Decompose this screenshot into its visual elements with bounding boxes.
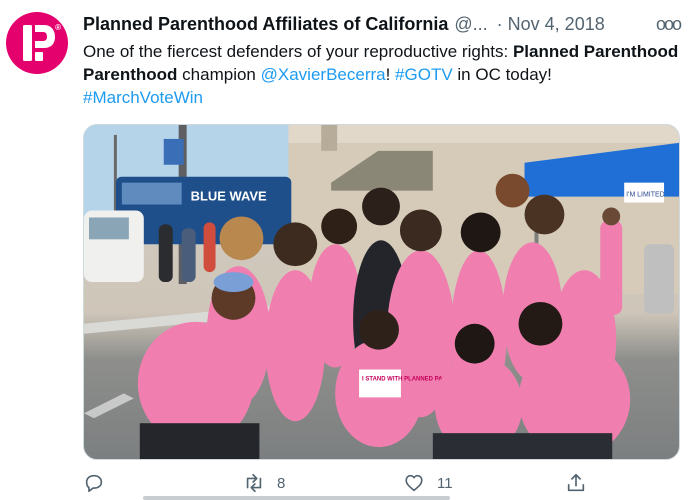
reply-button[interactable]: [83, 470, 117, 496]
avatar[interactable]: ®: [6, 12, 68, 74]
tweet-photo[interactable]: BLUE WAVE I'M LIMITED I STAND WITH PLANN…: [83, 124, 680, 460]
retweet-button[interactable]: 8: [243, 470, 285, 496]
like-count: 11: [437, 474, 453, 492]
share-icon: [567, 473, 585, 492]
tent-sign-text: I'M LIMITED: [626, 192, 664, 199]
date-separator: ·: [496, 14, 503, 34]
tweet-card[interactable]: ® Planned Parenthood Affiliates of Calif…: [0, 0, 700, 500]
mention-link[interactable]: @XavierBecerra: [261, 65, 386, 84]
retweet-count: 8: [277, 474, 286, 492]
group-photo: BLUE WAVE I'M LIMITED I STAND WITH PLANN…: [84, 125, 679, 459]
tweet-text-bold-2: Parenthood: [83, 65, 178, 84]
planned-parenthood-logo-icon: [23, 25, 55, 61]
author-name[interactable]: Planned Parenthood Affiliates of Califor…: [83, 13, 448, 35]
tweet-text-part: champion: [177, 65, 261, 84]
hashtag-marchvotewin-link[interactable]: #MarchVoteWin: [83, 88, 203, 107]
tweet-header: Planned Parenthood Affiliates of Califor…: [83, 12, 683, 36]
reply-icon: [85, 474, 103, 493]
heart-icon: [405, 474, 423, 492]
tweet-actions: 8 11: [83, 470, 680, 496]
horizontal-scrollbar[interactable]: [143, 496, 450, 500]
tweet-text-part: in OC today!: [452, 65, 552, 84]
tweet-text: One of the fiercest defenders of your re…: [83, 40, 683, 109]
tweet-text-part: One of the fiercest defenders of your re…: [83, 42, 513, 61]
share-button[interactable]: [565, 470, 587, 496]
like-button[interactable]: 11: [403, 470, 453, 496]
bus-banner-text: BLUE WAVE: [191, 189, 267, 204]
tweet-date[interactable]: Nov 4, 2018: [508, 13, 605, 35]
hashtag-gotv-link[interactable]: #GOTV: [395, 65, 453, 84]
tweet-text-part: !: [385, 65, 396, 84]
tweet-text-bold: Planned Parenthood: [512, 42, 679, 61]
retweet-icon: [246, 473, 262, 493]
more-options-icon[interactable]: ooo: [656, 13, 683, 35]
author-handle[interactable]: @...: [454, 13, 487, 35]
registered-mark: ®: [55, 23, 61, 32]
